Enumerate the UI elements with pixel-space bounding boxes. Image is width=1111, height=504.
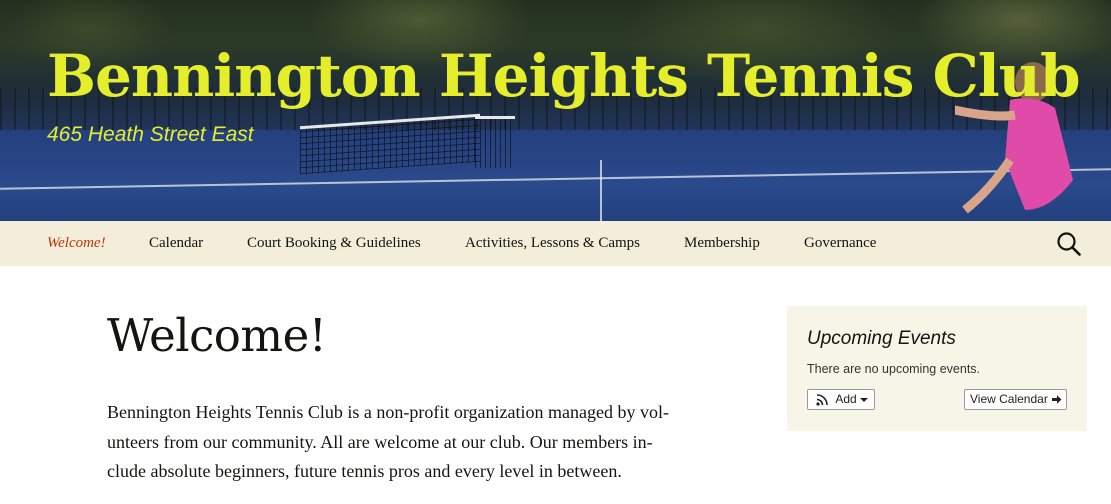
- upcoming-events-widget: Upcoming Events There are no upcoming ev…: [787, 306, 1087, 431]
- page-title: Welcome!: [107, 309, 327, 362]
- search-icon: [1057, 232, 1081, 256]
- arrow-right-icon: [1052, 395, 1062, 405]
- nav-item-welcome[interactable]: Welcome!: [47, 221, 106, 266]
- nav-item-court-booking[interactable]: Court Booking & Guidelines: [247, 221, 421, 266]
- welcome-paragraph: Bennington Heights Tennis Club is a non-…: [107, 398, 717, 487]
- add-button-label: Add: [835, 392, 857, 406]
- site-tagline: 465 Heath Street East: [47, 123, 254, 146]
- nav-item-membership[interactable]: Membership: [684, 221, 760, 266]
- nav-item-activities[interactable]: Activities, Lessons & Camps: [465, 221, 640, 266]
- no-events-message: There are no upcoming events.: [807, 362, 981, 376]
- tennis-net-post: [475, 116, 515, 168]
- nav-item-governance[interactable]: Governance: [804, 221, 876, 266]
- search-button[interactable]: [1056, 231, 1082, 257]
- nav-item-calendar[interactable]: Calendar: [149, 221, 203, 266]
- rss-icon: [816, 394, 828, 406]
- paragraph-line: unteers from our community. All are welc…: [107, 431, 653, 452]
- view-calendar-button[interactable]: View Calendar: [964, 389, 1067, 410]
- court-line: [600, 160, 602, 221]
- header-banner: Bennington Heights Tennis Club 465 Heath…: [0, 0, 1111, 221]
- widget-title: Upcoming Events: [807, 328, 956, 349]
- view-calendar-label: View Calendar: [970, 392, 1048, 406]
- paragraph-line: Bennington Heights Tennis Club is a non-…: [107, 402, 669, 422]
- add-events-button[interactable]: Add: [807, 389, 875, 410]
- site-title[interactable]: Bennington Heights Tennis Club: [47, 38, 1080, 114]
- paragraph-line: clude absolute beginners, future tennis …: [107, 461, 622, 481]
- caret-down-icon: [860, 397, 869, 402]
- main-navigation: Welcome! Calendar Court Booking & Guidel…: [0, 221, 1111, 266]
